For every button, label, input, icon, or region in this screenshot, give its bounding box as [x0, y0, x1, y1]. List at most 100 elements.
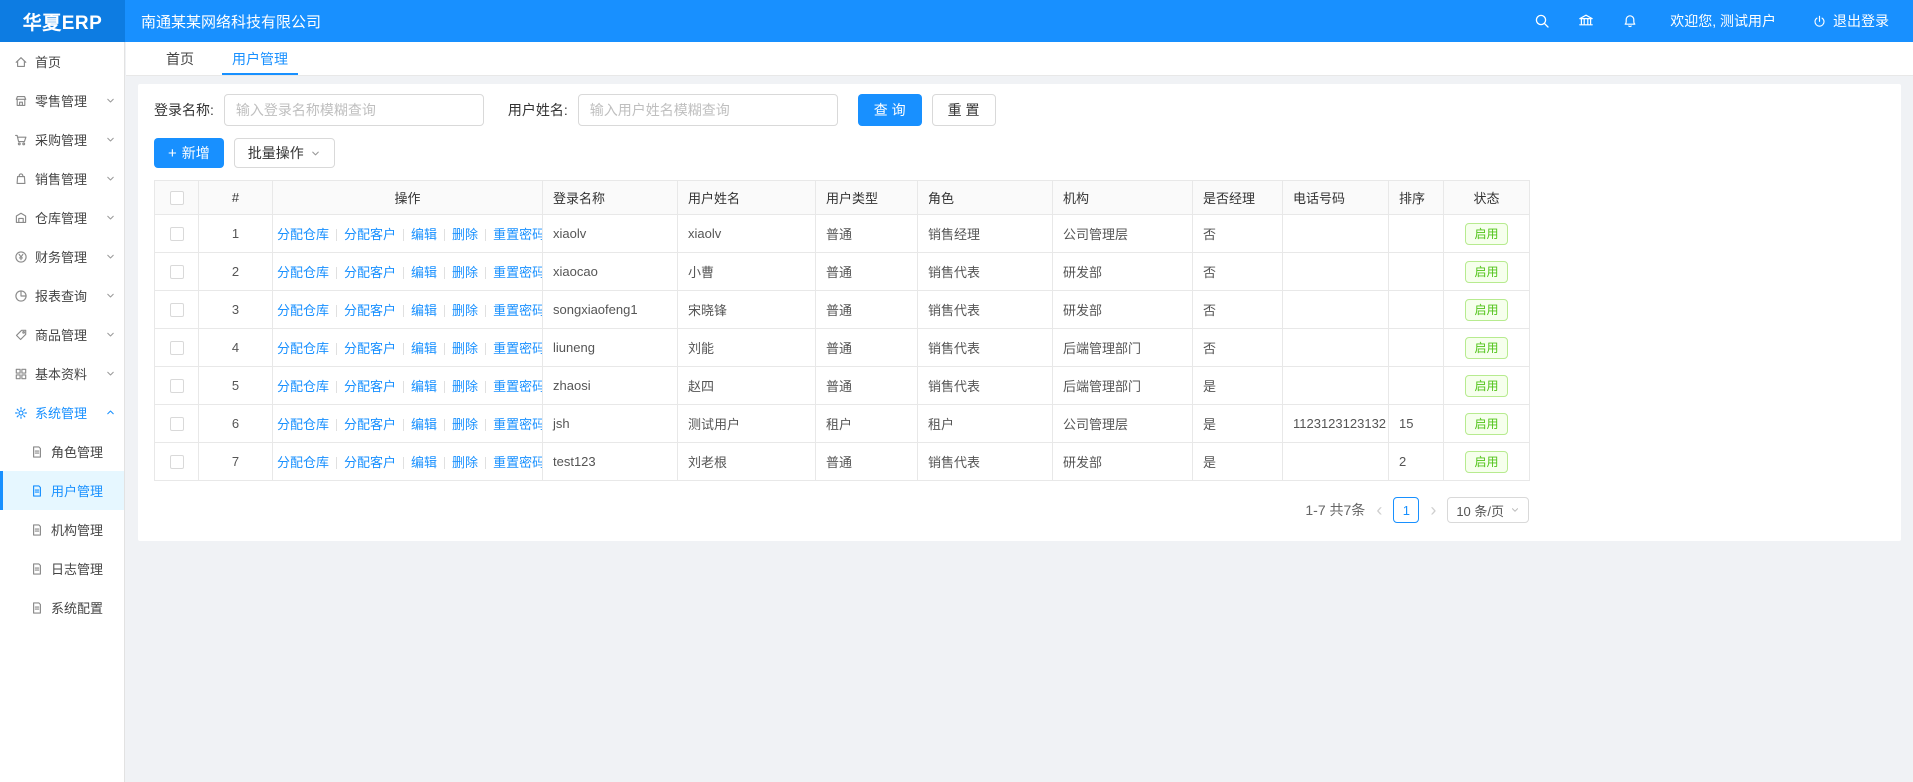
op-assign-warehouse-link[interactable]: 分配仓库	[277, 227, 329, 242]
op-divider	[336, 343, 337, 355]
sidebar-item-system[interactable]: 系统管理	[0, 393, 124, 432]
col-header-is_manager: 是否经理	[1193, 181, 1283, 215]
cell-user-type: 普通	[816, 443, 918, 481]
reset-button[interactable]: 重 置	[932, 94, 996, 126]
user-name-input[interactable]	[578, 94, 838, 126]
batch-actions-label: 批量操作	[248, 143, 304, 163]
op-edit-link[interactable]: 编辑	[411, 379, 437, 394]
op-reset-password-link[interactable]: 重置密码	[493, 455, 542, 470]
home-icon	[13, 54, 28, 69]
op-assign-warehouse-link[interactable]: 分配仓库	[277, 341, 329, 356]
page-size-select[interactable]: 10 条/页	[1447, 497, 1529, 523]
cell-org: 研发部	[1053, 253, 1193, 291]
current-page-button[interactable]: 1	[1393, 497, 1419, 523]
row-checkbox[interactable]	[170, 417, 184, 431]
op-delete-link[interactable]: 删除	[452, 417, 478, 432]
cell-checkbox	[155, 443, 199, 481]
bell-icon[interactable]	[1622, 13, 1638, 29]
users-table: #操作登录名称用户姓名用户类型角色机构是否经理电话号码排序状态 1分配仓库分配客…	[154, 180, 1530, 481]
sidebar-item-sales[interactable]: 销售管理	[0, 159, 124, 198]
col-header-org: 机构	[1053, 181, 1193, 215]
sidebar-subitem-system-config[interactable]: 系统配置	[0, 588, 124, 627]
row-checkbox[interactable]	[170, 341, 184, 355]
op-assign-customer-link[interactable]: 分配客户	[344, 265, 396, 280]
cell-index: 7	[199, 443, 273, 481]
op-delete-link[interactable]: 删除	[452, 379, 478, 394]
op-edit-link[interactable]: 编辑	[411, 341, 437, 356]
op-assign-warehouse-link[interactable]: 分配仓库	[277, 265, 329, 280]
op-edit-link[interactable]: 编辑	[411, 455, 437, 470]
op-assign-warehouse-link[interactable]: 分配仓库	[277, 455, 329, 470]
op-divider	[336, 229, 337, 241]
op-delete-link[interactable]: 删除	[452, 227, 478, 242]
op-assign-customer-link[interactable]: 分配客户	[344, 227, 396, 242]
next-page-button[interactable]: ›	[1427, 501, 1439, 519]
op-delete-link[interactable]: 删除	[452, 303, 478, 318]
sidebar-item-purchase[interactable]: 采购管理	[0, 120, 124, 159]
cell-phone	[1283, 253, 1389, 291]
op-reset-password-link[interactable]: 重置密码	[493, 227, 542, 242]
op-edit-link[interactable]: 编辑	[411, 265, 437, 280]
sidebar-item-warehouse[interactable]: 仓库管理	[0, 198, 124, 237]
op-assign-customer-link[interactable]: 分配客户	[344, 455, 396, 470]
sidebar: 首页零售管理采购管理销售管理仓库管理财务管理报表查询商品管理基本资料系统管理角色…	[0, 42, 125, 782]
cell-is-manager: 否	[1193, 291, 1283, 329]
op-assign-customer-link[interactable]: 分配客户	[344, 303, 396, 318]
cell-checkbox	[155, 253, 199, 291]
sidebar-item-retail[interactable]: 零售管理	[0, 81, 124, 120]
select-all-checkbox[interactable]	[170, 191, 184, 205]
row-checkbox[interactable]	[170, 227, 184, 241]
sidebar-item-home[interactable]: 首页	[0, 42, 124, 81]
op-reset-password-link[interactable]: 重置密码	[493, 341, 542, 356]
content-card: 登录名称: 用户姓名: 查 询 重 置 + 新增 批量操作	[138, 84, 1901, 541]
op-assign-customer-link[interactable]: 分配客户	[344, 417, 396, 432]
product-icon	[13, 327, 28, 342]
row-checkbox[interactable]	[170, 265, 184, 279]
op-divider	[403, 457, 404, 469]
search-button[interactable]: 查 询	[858, 94, 922, 126]
op-assign-customer-link[interactable]: 分配客户	[344, 341, 396, 356]
row-checkbox[interactable]	[170, 303, 184, 317]
op-reset-password-link[interactable]: 重置密码	[493, 379, 542, 394]
op-delete-link[interactable]: 删除	[452, 341, 478, 356]
op-reset-password-link[interactable]: 重置密码	[493, 417, 542, 432]
cell-login-name: xiaolv	[543, 215, 678, 253]
op-assign-customer-link[interactable]: 分配客户	[344, 379, 396, 394]
op-reset-password-link[interactable]: 重置密码	[493, 303, 542, 318]
bank-icon[interactable]	[1578, 13, 1594, 29]
tab-home[interactable]: 首页	[166, 42, 194, 75]
cell-user-name: 赵四	[678, 367, 816, 405]
table-header-row: #操作登录名称用户姓名用户类型角色机构是否经理电话号码排序状态	[155, 181, 1530, 215]
op-edit-link[interactable]: 编辑	[411, 417, 437, 432]
op-assign-warehouse-link[interactable]: 分配仓库	[277, 417, 329, 432]
op-edit-link[interactable]: 编辑	[411, 303, 437, 318]
login-name-input[interactable]	[224, 94, 484, 126]
sidebar-item-finance[interactable]: 财务管理	[0, 237, 124, 276]
cell-index: 1	[199, 215, 273, 253]
op-delete-link[interactable]: 删除	[452, 455, 478, 470]
tab-user-management[interactable]: 用户管理	[232, 42, 288, 75]
sidebar-subitem-org-management[interactable]: 机构管理	[0, 510, 124, 549]
row-checkbox[interactable]	[170, 379, 184, 393]
logout-button[interactable]: 退出登录	[1812, 11, 1889, 31]
sidebar-item-basic-data[interactable]: 基本资料	[0, 354, 124, 393]
sidebar-subitem-user-management[interactable]: 用户管理	[0, 471, 124, 510]
sidebar-item-product[interactable]: 商品管理	[0, 315, 124, 354]
add-button[interactable]: + 新增	[154, 138, 224, 168]
search-icon[interactable]	[1534, 13, 1550, 29]
op-reset-password-link[interactable]: 重置密码	[493, 265, 542, 280]
op-divider	[336, 305, 337, 317]
prev-page-button[interactable]: ‹	[1373, 501, 1385, 519]
op-delete-link[interactable]: 删除	[452, 265, 478, 280]
batch-actions-button[interactable]: 批量操作	[234, 138, 335, 168]
pagination: 1-7 共7条 ‹ 1 › 10 条/页	[154, 497, 1529, 523]
row-checkbox[interactable]	[170, 455, 184, 469]
col-header-user_name: 用户姓名	[678, 181, 816, 215]
sidebar-item-report[interactable]: 报表查询	[0, 276, 124, 315]
sidebar-subitem-log-management[interactable]: 日志管理	[0, 549, 124, 588]
op-assign-warehouse-link[interactable]: 分配仓库	[277, 379, 329, 394]
op-edit-link[interactable]: 编辑	[411, 227, 437, 242]
cell-phone	[1283, 329, 1389, 367]
op-assign-warehouse-link[interactable]: 分配仓库	[277, 303, 329, 318]
sidebar-subitem-role-management[interactable]: 角色管理	[0, 432, 124, 471]
